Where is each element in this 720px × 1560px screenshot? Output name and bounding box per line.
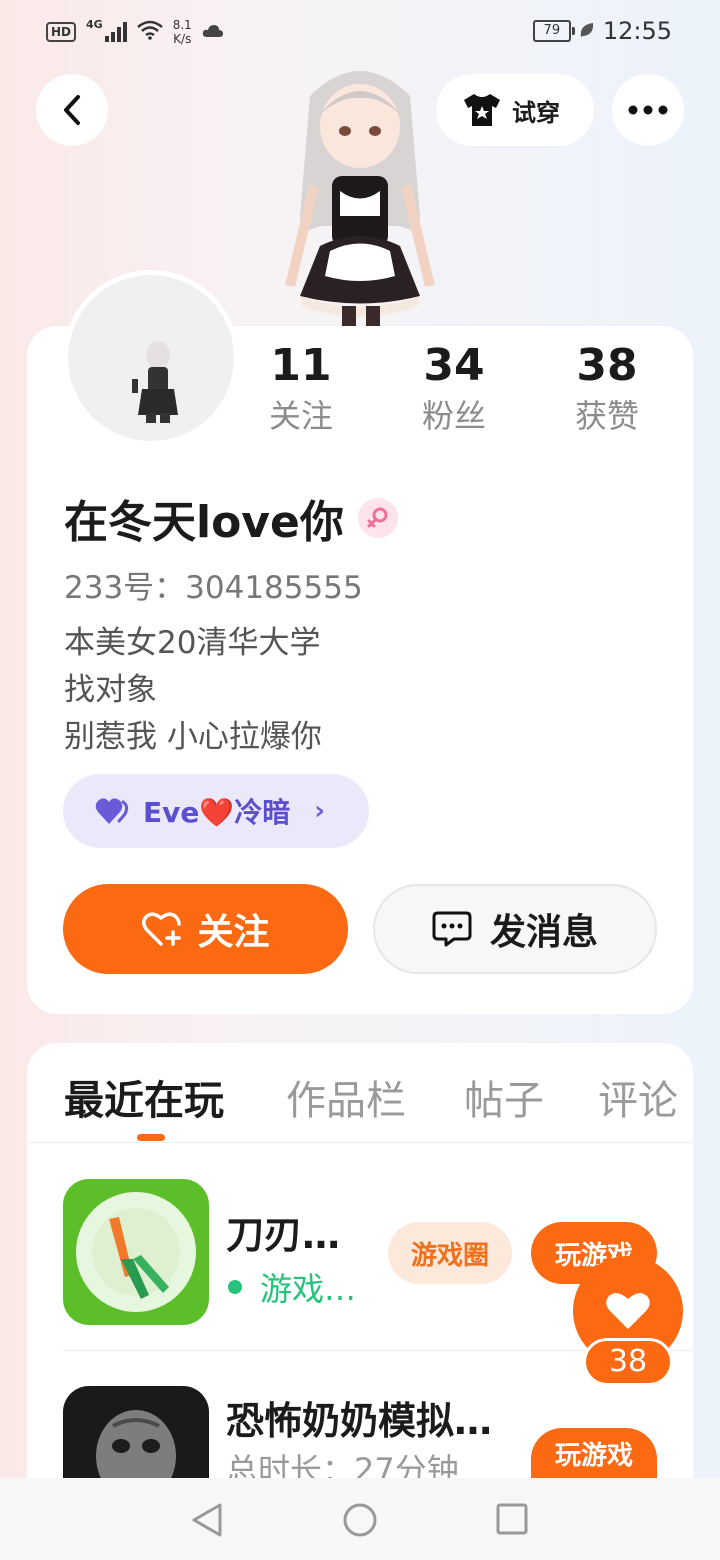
battery-icon: 79 (532, 20, 575, 42)
double-heart-icon (95, 798, 129, 824)
bio-line: 找对象 (64, 672, 157, 708)
stat-value: 38 (576, 340, 638, 391)
tab-comments[interactable]: 评论 (598, 1068, 678, 1126)
stat-label: 关注 (268, 397, 333, 435)
stat-value: 34 (423, 340, 485, 391)
game-icon-granny[interactable] (63, 1386, 209, 1478)
nav-recents-icon[interactable] (496, 1503, 528, 1535)
try-on-label: 试穿 (512, 98, 560, 127)
stat-label: 获赞 (574, 397, 639, 435)
cp-tag-button[interactable]: Eve❤️冷暗 › (63, 774, 369, 848)
message-label: 发消息 (489, 912, 598, 953)
clock: 12:55 (602, 17, 672, 45)
game-status: 游戏… (228, 1264, 356, 1310)
message-button[interactable]: 发消息 (373, 884, 657, 974)
profile-name: 在冬天love你 (64, 497, 344, 548)
stat-value: 11 (270, 340, 332, 391)
tab-divider (27, 1142, 693, 1143)
tab-posts[interactable]: 帖子 (464, 1068, 544, 1126)
network-speed: 8.1 K/s (173, 18, 192, 46)
hd-badge: HD (46, 22, 77, 42)
game-title: 刀刃… (226, 1213, 341, 1257)
avatar-figure-image (132, 341, 178, 423)
more-button[interactable] (612, 74, 684, 146)
bio: 本美女20清华大学 找对象 别惹我 小心拉爆你 (64, 620, 322, 761)
user-id: 233号：304185555 (64, 570, 363, 606)
stat-fans[interactable]: 34 粉丝 (384, 340, 524, 438)
heart-icon (606, 1293, 650, 1329)
leaf-icon (579, 17, 595, 45)
chat-bubble-icon (432, 911, 472, 947)
game-circle-button[interactable]: 游戏圈 (388, 1222, 512, 1284)
back-button[interactable] (36, 74, 108, 146)
signal-icon (104, 22, 127, 42)
tab-works[interactable]: 作品栏 (286, 1068, 406, 1126)
profile-name-row: 在冬天love你 (64, 486, 398, 550)
game-status-label: 游戏… (260, 1270, 357, 1308)
nav-back-icon[interactable] (190, 1502, 224, 1538)
chevron-left-icon (64, 95, 80, 125)
chevron-right-icon: › (314, 796, 325, 826)
follow-label: 关注 (197, 912, 270, 953)
game-title: 恐怖奶奶模拟… (226, 1399, 493, 1443)
avatar[interactable] (68, 275, 234, 441)
avatar-character-image (270, 56, 450, 328)
game-icon-blade[interactable] (63, 1179, 209, 1325)
stat-following[interactable]: 11 关注 (231, 340, 371, 438)
more-dots-icon (628, 105, 668, 115)
play-game-button[interactable]: 玩游戏 (531, 1428, 657, 1478)
status-bar: HD 4G 8.1 K/s 79 12:55 (0, 0, 720, 62)
system-nav-bar (0, 1478, 720, 1560)
cloud-icon (202, 22, 224, 43)
tab-recently-played[interactable]: 最近在玩 (64, 1068, 224, 1126)
heart-plus-icon (142, 912, 182, 946)
bio-line: 本美女20清华大学 (64, 625, 321, 661)
status-left: HD 4G 8.1 K/s (46, 18, 224, 46)
like-count: 38 (583, 1338, 673, 1386)
nav-home-icon[interactable] (342, 1502, 378, 1538)
speed-unit: K/s (173, 32, 192, 46)
status-right: 79 12:55 (532, 17, 672, 45)
tshirt-icon (464, 94, 500, 126)
bio-line: 别惹我 小心拉爆你 (64, 719, 322, 755)
tab-indicator (137, 1134, 165, 1141)
try-on-button[interactable]: 试穿 (436, 74, 594, 146)
cp-tag-label: Eve❤️冷暗 (143, 796, 291, 829)
stat-label: 粉丝 (421, 397, 486, 435)
stat-likes[interactable]: 38 获赞 (537, 340, 677, 438)
follow-button[interactable]: 关注 (63, 884, 348, 974)
network-label: 4G (86, 18, 103, 31)
female-gender-icon (357, 498, 398, 538)
wifi-icon (136, 20, 163, 45)
speed-value: 8.1 (172, 18, 192, 32)
online-dot-icon (228, 1280, 242, 1294)
